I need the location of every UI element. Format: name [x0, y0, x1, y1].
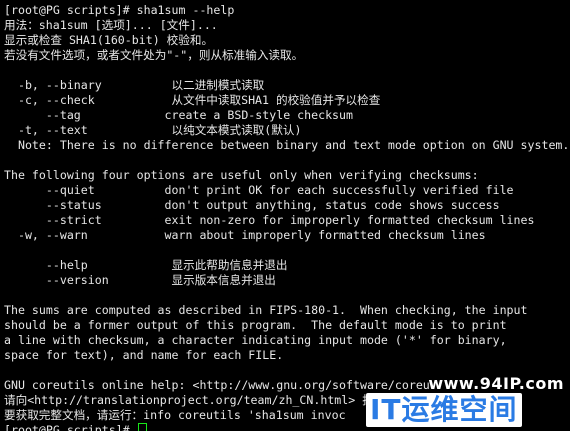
terminal-output: [root@PG scripts]# sha1sum --help 用法：sha1…	[4, 3, 570, 423]
terminal-line: -b, --binary 以二进制模式读取	[4, 78, 265, 92]
terminal-line: [root@PG scripts]# sha1sum --help	[4, 3, 235, 17]
terminal-line: 若没有文件选项，或者文件处为"-"，则从标准输入读取。	[4, 48, 304, 62]
terminal-line: --quiet don't print OK for each successf…	[4, 183, 514, 197]
terminal-line: --version 显示版本信息并退出	[4, 273, 276, 287]
watermark-logo: IT运维空间	[366, 392, 566, 428]
terminal-line: a line with checksum, a character indica…	[4, 333, 507, 347]
terminal-window[interactable]: [root@PG scripts]# sha1sum --help 用法：sha1…	[0, 0, 570, 431]
shell-prompt: [root@PG scripts]#	[4, 423, 137, 431]
terminal-line: The following four options are useful on…	[4, 168, 479, 182]
terminal-line: --strict exit non-zero for improperly fo…	[4, 213, 535, 227]
text-cursor	[137, 423, 147, 431]
terminal-line: Note: There is no difference between bin…	[4, 138, 570, 152]
terminal-line: The sums are computed as described in FI…	[4, 303, 528, 317]
terminal-line: -c, --check 从文件中读取SHA1 的校验值并予以检查	[4, 93, 381, 107]
terminal-line: -t, --text 以纯文本模式读取(默认)	[4, 123, 302, 137]
terminal-line: 用法：sha1sum [选项]... [文件]...	[4, 18, 218, 32]
terminal-line: --help 显示此帮助信息并退出	[4, 258, 288, 272]
terminal-line: -w, --warn warn about improperly formatt…	[4, 228, 486, 242]
terminal-line: --tag create a BSD-style checksum	[4, 108, 354, 122]
watermark-url: www.94IP.com	[428, 374, 564, 393]
watermark-logo-text: IT运维空间	[366, 393, 522, 427]
terminal-line: 显示或检查 SHA1(160-bit) 校验和。	[4, 33, 214, 47]
terminal-line: should be a former output of this progra…	[4, 318, 507, 332]
terminal-line: --status don't output anything, status c…	[4, 198, 500, 212]
terminal-line: space for text), and name for each FILE.	[4, 348, 284, 362]
